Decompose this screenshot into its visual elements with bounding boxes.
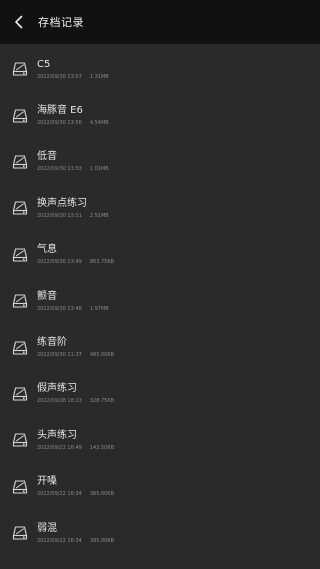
recording-row[interactable]: 海豚音 E6 2022/09/30 13:56 4.54MB (0, 92, 320, 138)
recording-row[interactable]: 换声点练习 2022/09/30 13:51 2.51MB (0, 185, 320, 231)
recording-meta: 2022/09/22 16:49 142.50KB (37, 444, 114, 452)
recording-text: 低音 2022/09/30 13:53 1.01MB (37, 150, 109, 173)
recording-text: C5 2022/09/30 13:57 1.31MB (37, 58, 109, 81)
recording-text: 头声练习 2022/09/22 16:49 142.50KB (37, 429, 114, 452)
recording-size: 395.00KB (89, 537, 115, 544)
recording-text: 练音阶 2022/09/30 11:37 485.00KB (37, 336, 114, 359)
recording-row[interactable]: 弱混 2022/09/22 16:34 395.00KB (0, 510, 320, 556)
recording-row[interactable]: 开嗓 2022/09/22 16:34 385.00KB (0, 464, 320, 510)
recording-date: 2022/09/30 13:48 (37, 305, 82, 312)
recording-date: 2022/09/30 11:37 (37, 352, 82, 359)
disk-icon (10, 245, 30, 265)
recording-meta: 2022/09/30 11:37 485.00KB (37, 351, 114, 359)
recording-name: 气息 (37, 244, 57, 256)
recording-name: 练音阶 (37, 337, 67, 349)
recording-name: 颤音 (37, 290, 57, 302)
recording-date: 2022/09/22 16:49 (37, 444, 82, 451)
disk-icon (10, 198, 30, 218)
recording-name: 换声点练习 (37, 197, 87, 209)
recording-text: 换声点练习 2022/09/30 13:51 2.51MB (37, 197, 109, 220)
recording-row[interactable]: 练音阶 2022/09/30 11:37 485.00KB (0, 324, 320, 370)
recording-row[interactable]: 气息 2022/09/30 13:49 863.75KB (0, 232, 320, 278)
recording-row[interactable]: 假声练习 2022/09/28 18:13 328.75KB (0, 371, 320, 417)
recording-meta: 2022/09/30 13:51 2.51MB (37, 212, 109, 220)
recording-size: 1.01MB (89, 166, 109, 173)
recording-size: 2.51MB (89, 212, 109, 219)
recording-size: 328.75KB (89, 398, 115, 405)
recording-meta: 2022/09/30 13:56 4.54MB (37, 119, 109, 127)
recording-meta: 2022/09/22 16:34 395.00KB (37, 537, 114, 545)
disk-icon (10, 430, 30, 450)
recording-meta: 2022/09/30 13:49 863.75KB (37, 258, 114, 266)
disk-icon (10, 106, 30, 126)
disk-icon (10, 477, 30, 497)
recording-name: 假声练习 (37, 383, 77, 395)
disk-icon (10, 152, 30, 172)
disk-icon (10, 384, 30, 404)
recording-date: 2022/09/30 13:56 (37, 120, 82, 127)
recording-date: 2022/09/30 13:51 (37, 212, 82, 219)
recording-size: 142.50KB (89, 444, 115, 451)
recording-meta: 2022/09/30 13:53 1.01MB (37, 165, 109, 173)
recording-list: C5 2022/09/30 13:57 1.31MB 海豚音 E6 2022/09… (0, 44, 320, 556)
recording-date: 2022/09/22 16:34 (37, 537, 82, 544)
recording-size: 863.75KB (89, 259, 115, 266)
back-button[interactable] (8, 11, 30, 33)
recording-meta: 2022/09/30 13:57 1.31MB (37, 73, 109, 81)
recording-text: 颤音 2022/09/30 13:48 1.97MB (37, 290, 109, 313)
recording-name: 海豚音 E6 (37, 105, 83, 117)
recording-date: 2022/09/30 13:49 (37, 259, 82, 266)
disk-icon (10, 59, 30, 79)
recording-size: 1.97MB (89, 305, 109, 312)
recording-name: 弱混 (37, 522, 57, 534)
recording-row[interactable]: 颤音 2022/09/30 13:48 1.97MB (0, 278, 320, 324)
recording-text: 开嗓 2022/09/22 16:34 385.00KB (37, 475, 114, 498)
recording-name: 低音 (37, 151, 57, 163)
chevron-left-icon (15, 15, 23, 29)
header-bar: 存档记录 (0, 0, 320, 44)
app-root: 存档记录 C5 2022/09/30 13:57 1.31MB 海豚音 E6 2… (0, 0, 320, 569)
recording-date: 2022/09/22 16:34 (37, 491, 82, 498)
page-title: 存档记录 (38, 16, 84, 29)
recording-row[interactable]: C5 2022/09/30 13:57 1.31MB (0, 46, 320, 92)
recording-text: 海豚音 E6 2022/09/30 13:56 4.54MB (37, 104, 109, 127)
recording-date: 2022/09/30 13:53 (37, 166, 82, 173)
recording-name: C5 (37, 58, 51, 70)
recording-date: 2022/09/30 13:57 (37, 73, 82, 80)
recording-meta: 2022/09/28 18:13 328.75KB (37, 397, 114, 405)
recording-name: 开嗓 (37, 476, 57, 488)
recording-row[interactable]: 头声练习 2022/09/22 16:49 142.50KB (0, 417, 320, 463)
disk-icon (10, 291, 30, 311)
recording-meta: 2022/09/30 13:48 1.97MB (37, 305, 109, 313)
recording-name: 头声练习 (37, 429, 77, 441)
recording-date: 2022/09/28 18:13 (37, 398, 82, 405)
recording-size: 4.54MB (89, 120, 109, 127)
recording-size: 385.00KB (89, 491, 115, 498)
recording-text: 弱混 2022/09/22 16:34 395.00KB (37, 522, 114, 545)
recording-size: 1.31MB (89, 73, 109, 80)
recording-meta: 2022/09/22 16:34 385.00KB (37, 490, 114, 498)
recording-text: 气息 2022/09/30 13:49 863.75KB (37, 243, 114, 266)
disk-icon (10, 523, 30, 543)
recording-text: 假声练习 2022/09/28 18:13 328.75KB (37, 382, 114, 405)
recording-row[interactable]: 低音 2022/09/30 13:53 1.01MB (0, 139, 320, 185)
disk-icon (10, 338, 30, 358)
recording-size: 485.00KB (89, 352, 115, 359)
